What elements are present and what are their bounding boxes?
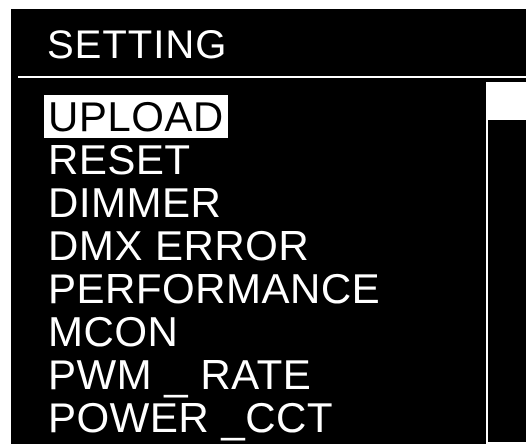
menu-item-dmx-error[interactable]: DMX ERROR (44, 224, 313, 267)
settings-menu: UPLOAD RESET DIMMER DMX ERROR PERFORMANC… (44, 95, 384, 439)
menu-item-pwm-rate[interactable]: PWM _ RATE (44, 353, 315, 396)
lcd-screen: SETTING UPLOAD RESET DIMMER DMX ERROR PE… (11, 9, 526, 444)
menu-item-dimmer[interactable]: DIMMER (44, 181, 225, 224)
menu-item-power-cct[interactable]: POWER _CCT (44, 396, 337, 439)
menu-item-mcon[interactable]: MCON (44, 310, 182, 353)
menu-item-performance[interactable]: PERFORMANCE (44, 267, 384, 310)
menu-item-reset[interactable]: RESET (44, 138, 195, 181)
scrollbar[interactable] (486, 82, 526, 444)
scrollbar-thumb[interactable] (488, 84, 526, 120)
title-divider (18, 76, 526, 78)
page-title: SETTING (47, 23, 228, 67)
menu-item-upload[interactable]: UPLOAD (44, 95, 228, 138)
